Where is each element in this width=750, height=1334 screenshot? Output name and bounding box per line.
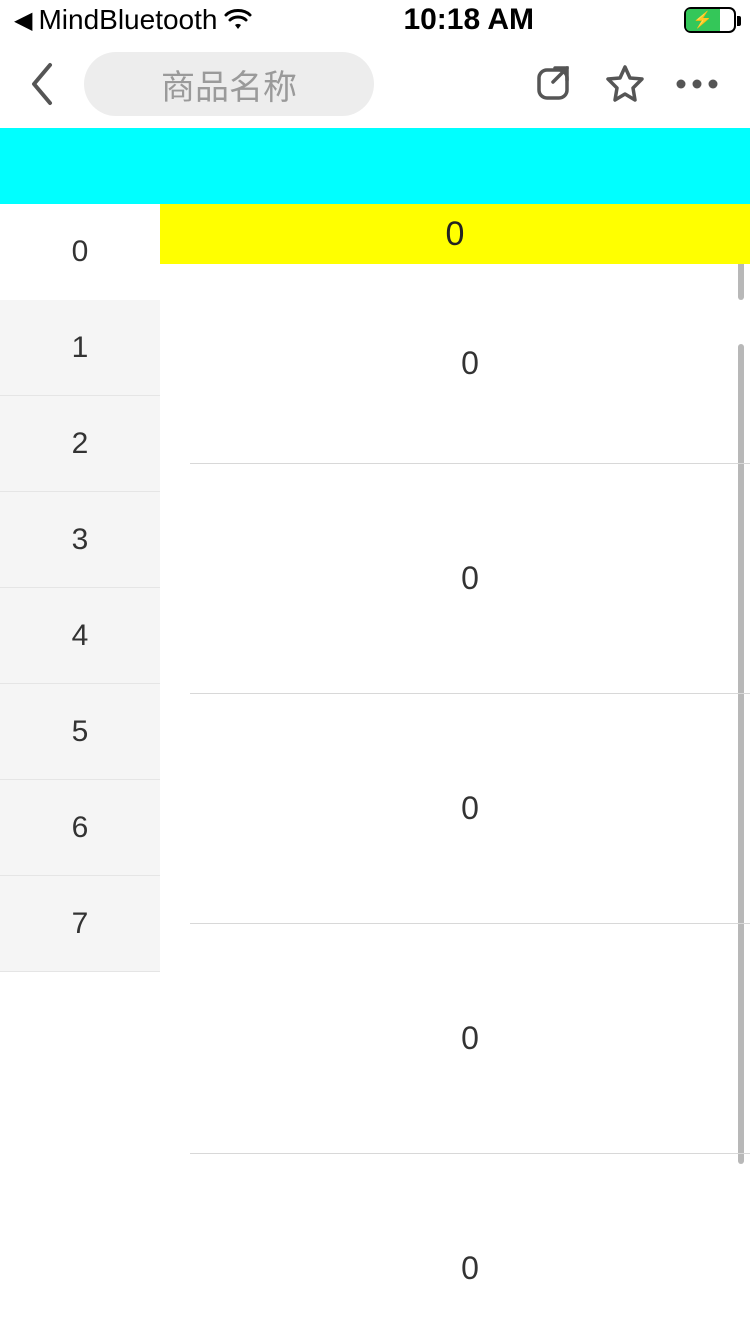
back-triangle-icon: ◀ [14,6,32,35]
sidebar-item-0[interactable]: 0 [0,204,160,300]
list-item-value: 0 [461,790,479,827]
list-item[interactable]: 0 [190,264,750,464]
item-list[interactable]: 0 0 0 0 0 [160,264,750,1334]
section-header: 0 [160,204,750,264]
back-app-label: MindBluetooth [38,4,217,36]
back-button[interactable] [14,56,70,112]
sidebar-item-2[interactable]: 2 [0,396,160,492]
nav-bar: 商品名称 [0,40,750,128]
status-bar: ◀ MindBluetooth 10:18 AM ⚡ [0,0,750,40]
sidebar-item-label: 6 [30,811,130,845]
list-item[interactable]: 0 [190,1154,750,1334]
sidebar-item-5[interactable]: 5 [0,684,160,780]
share-icon [533,64,573,104]
sidebar-item-1[interactable]: 1 [0,300,160,396]
ellipsis-icon [675,78,719,90]
category-sidebar[interactable]: 0 1 2 3 4 5 6 7 [0,204,160,1334]
wifi-icon [223,9,253,31]
search-placeholder: 商品名称 [161,60,297,109]
list-item-value: 0 [461,345,479,382]
content-columns: 0 1 2 3 4 5 6 7 0 0 [0,204,750,1334]
list-item[interactable]: 0 [190,464,750,694]
star-icon [604,63,646,105]
status-battery: ⚡ [684,7,736,33]
sidebar-item-label: 2 [30,427,130,461]
status-time: 10:18 AM [403,3,534,37]
battery-icon: ⚡ [684,7,736,33]
search-input[interactable]: 商品名称 [84,52,374,116]
favorite-button[interactable] [596,55,654,113]
sidebar-item-4[interactable]: 4 [0,588,160,684]
sidebar-item-label: 0 [30,235,130,269]
list-item-value: 0 [461,1250,479,1287]
main-panel: 0 0 0 0 0 0 [160,204,750,1334]
list-item-value: 0 [461,1020,479,1057]
list-item[interactable]: 0 [190,924,750,1154]
sidebar-item-7[interactable]: 7 [0,876,160,972]
share-button[interactable] [524,55,582,113]
sidebar-item-3[interactable]: 3 [0,492,160,588]
chevron-left-icon [28,61,56,107]
section-header-label: 0 [446,215,465,254]
banner-strip [0,128,750,204]
status-back-app[interactable]: ◀ MindBluetooth [14,4,253,36]
sidebar-item-label: 4 [30,619,130,653]
sidebar-item-label: 3 [30,523,130,557]
sidebar-item-label: 7 [30,907,130,941]
sidebar-item-label: 1 [30,331,130,365]
list-item[interactable]: 0 [190,694,750,924]
sidebar-item-6[interactable]: 6 [0,780,160,876]
sidebar-item-label: 5 [30,715,130,749]
charging-bolt-icon: ⚡ [693,10,713,30]
more-button[interactable] [668,55,726,113]
list-item-value: 0 [461,560,479,597]
